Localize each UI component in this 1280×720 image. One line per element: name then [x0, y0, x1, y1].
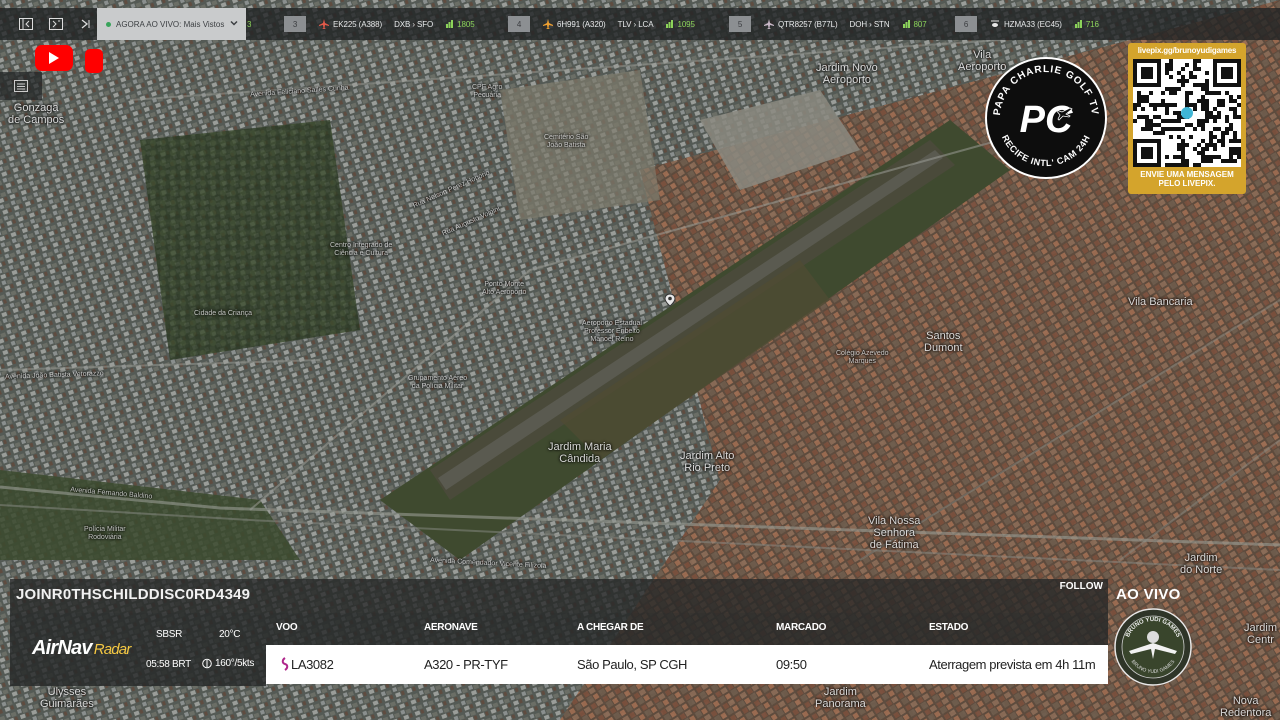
helicopter-icon: [990, 19, 1000, 29]
list-panel-button[interactable]: [0, 72, 42, 100]
table-header: VOO AERONAVE A CHEGAR DE MARCADO ESTADO: [266, 613, 1108, 645]
local-time: 05:58 BRT: [146, 659, 191, 670]
flight-route: DOH › STN: [849, 19, 890, 29]
live-dot-icon: [106, 21, 111, 27]
airnav-wordmark: AirNav: [32, 637, 92, 659]
flight-code: QTR8257 (B77L): [778, 19, 838, 29]
bruno-yudi-games-badge: BRUNO YUDI GAMES BRUNO YUDI GAMES: [1114, 608, 1192, 686]
airnav-radar-logo: AirNav Radar: [32, 637, 131, 660]
flight-item[interactable]: 6 HZMA33 (EC45) 716: [955, 8, 1099, 40]
bars-icon: [446, 20, 454, 28]
airline-icon: [281, 657, 289, 671]
youtube-icon[interactable]: [35, 45, 73, 71]
airplane-icon: [543, 19, 553, 29]
flight-route: TLV › LCA: [617, 19, 654, 29]
flight-rank: 3: [284, 16, 306, 32]
radar-wordmark: Radar: [93, 641, 132, 658]
papa-charlie-golf-logo: PAPA CHARLIE GOLF TV RECIFE INTL' CAM 24…: [985, 57, 1107, 179]
airnav-weather-block: AirNav Radar SBSR 20°C 05:58 BRT 160°/5kt…: [10, 613, 266, 686]
live-label: AO VIVO: [1116, 586, 1181, 603]
flight-altitude-value: 1095: [677, 19, 695, 29]
bars-icon: [902, 20, 910, 28]
list-icon: [14, 80, 28, 92]
wind-value: 160°/5kts: [215, 658, 255, 669]
column-aeronave: AERONAVE: [424, 622, 478, 633]
column-voo: VOO: [276, 622, 298, 633]
flight-altitude: 807: [902, 19, 927, 29]
panel-header: JOINR0THSCHILDDISC0RD4349 FOLLOW: [10, 579, 1108, 613]
chevron-down-icon: [230, 20, 238, 26]
flight-route: DXB › SFO: [394, 19, 434, 29]
flight-ticker-bar: AGORA AO VIVO: Mais Vistos 3 3 EK225 (A3…: [0, 8, 1280, 40]
column-marcado: MARCADO: [776, 622, 827, 633]
now-live-label: AGORA AO VIVO: Mais Vistos: [116, 19, 225, 29]
subscribe-badge[interactable]: [85, 49, 103, 73]
now-live-dropdown[interactable]: AGORA AO VIVO: Mais Vistos: [97, 8, 246, 40]
column-estado: ESTADO: [929, 622, 969, 633]
svg-text:PC: PC: [1020, 99, 1073, 141]
scheduled-time: 09:50: [776, 657, 807, 672]
flight-rank: 4: [508, 16, 530, 32]
flight-altitude-value: 716: [1085, 19, 1099, 29]
column-origem: A CHEGAR DE: [577, 622, 644, 633]
flight-item[interactable]: 3 EK225 (A388) DXB › SFO 1805: [284, 8, 475, 40]
livepix-url: livepix.gg/brunoyudigames: [1137, 46, 1237, 55]
flight-altitude: 1805: [446, 19, 475, 29]
follow-button[interactable]: FOLLOW: [1060, 581, 1103, 592]
airnav-flight-panel: JOINR0THSCHILDDISC0RD4349 FOLLOW AirNav R…: [0, 579, 1108, 686]
scrolling-message: JOINR0THSCHILDDISC0RD4349: [16, 586, 251, 603]
wind-icon: [202, 658, 212, 669]
airplane-icon: [319, 19, 329, 29]
bars-icon: [1074, 20, 1082, 28]
flight-rank: 5: [729, 16, 751, 32]
flight-item[interactable]: 4 6H991 (A320) TLV › LCA 1095: [508, 8, 695, 40]
station-code: SBSR: [156, 629, 183, 640]
flight-altitude: 1095: [666, 19, 695, 29]
flight-rank: 6: [955, 16, 977, 32]
bars-icon: [666, 20, 674, 28]
livepix-message: ENVIE UMA MENSAGEM PELO LIVEPIX.: [1140, 170, 1234, 188]
flight-code: EK225 (A388): [333, 19, 383, 29]
flight-altitude: 716: [1074, 19, 1099, 29]
airport-pin-icon[interactable]: [664, 293, 676, 307]
collapse-sidebar-icon[interactable]: [18, 16, 34, 32]
origin: São Paulo, SP CGH: [577, 657, 688, 672]
flight-item[interactable]: 5 QTR8257 (B77L) DOH › STN 807: [729, 8, 927, 40]
next-icon[interactable]: [77, 16, 93, 32]
flight-code: 6H991 (A320): [557, 19, 606, 29]
wind: 160°/5kts: [202, 658, 254, 669]
flight-altitude-value: 1805: [457, 19, 475, 29]
airplane-icon: [764, 19, 774, 29]
flight-number: LA3082: [291, 657, 334, 672]
table-row[interactable]: LA3082 A320 - PR-TYF São Paulo, SP CGH 0…: [266, 645, 1108, 684]
livepix-qr-card[interactable]: livepix.gg/brunoyudigames ENVIE UMA MENS…: [1128, 43, 1246, 194]
flight-table: VOO AERONAVE A CHEGAR DE MARCADO ESTADO …: [266, 613, 1108, 686]
aircraft: A320 - PR-TYF: [424, 657, 508, 672]
flight-code: HZMA33 (EC45): [1004, 19, 1062, 29]
temperature: 20°C: [219, 629, 241, 640]
cut-flight-number: 3: [247, 19, 252, 29]
flight-status: Aterragem prevista em 4h 11m: [929, 657, 1096, 672]
flight-altitude-value: 807: [913, 19, 927, 29]
expand-panel-icon[interactable]: [48, 16, 64, 32]
qr-code-icon: [1133, 59, 1241, 167]
